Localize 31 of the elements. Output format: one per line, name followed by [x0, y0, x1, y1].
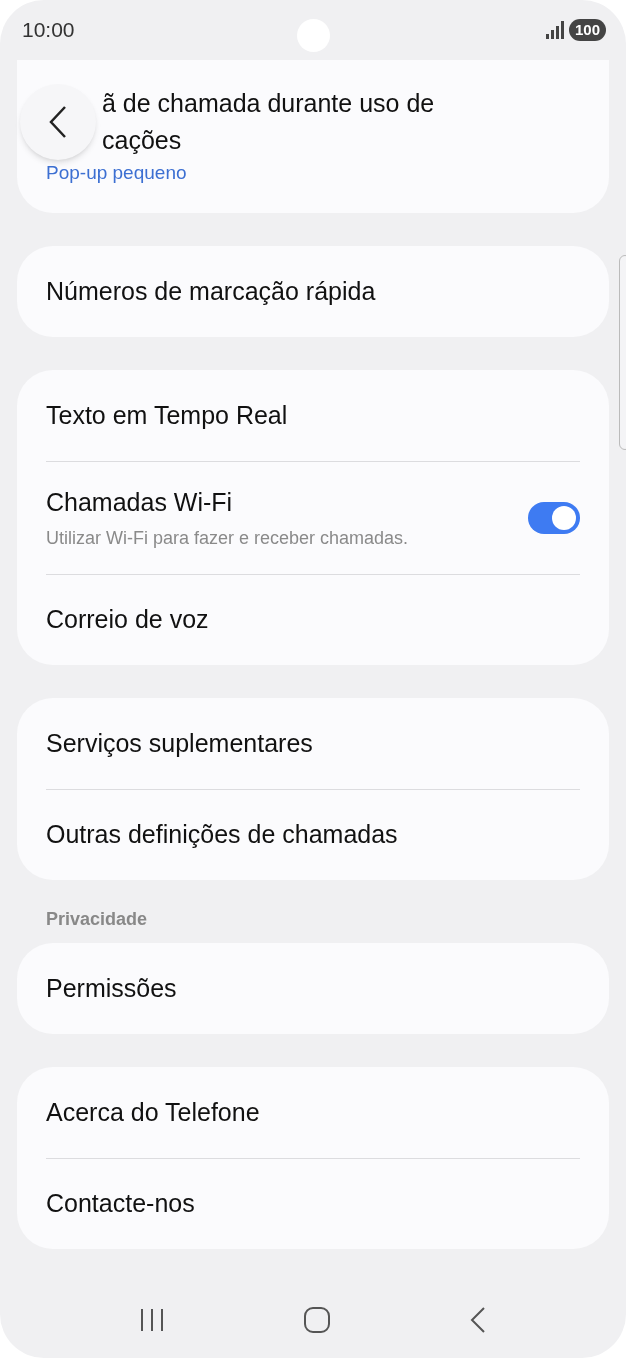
- row-title: cações: [102, 125, 183, 156]
- row-title: ã de chamada durante uso de: [102, 88, 435, 119]
- settings-row[interactable]: Texto em Tempo Real: [46, 370, 580, 461]
- row-title: Acerca do Telefone: [46, 1096, 260, 1128]
- row-title: Texto em Tempo Real: [46, 399, 288, 431]
- row-title: Contacte-nos: [46, 1188, 195, 1220]
- settings-row[interactable]: Números de marcação rápida: [46, 246, 580, 337]
- settings-row[interactable]: Outras definições de chamadas: [46, 789, 580, 880]
- recent-apps-icon[interactable]: [139, 1308, 165, 1332]
- row-title: Números de marcação rápida: [46, 275, 376, 307]
- battery-icon: 100: [568, 19, 606, 41]
- status-time: 10:00: [22, 17, 75, 44]
- row-title: Chamadas Wi-Fi: [46, 487, 234, 519]
- settings-row[interactable]: Correio de voz: [46, 574, 580, 665]
- row-title: Permissões: [46, 972, 177, 1004]
- section-header: Privacidade: [45, 908, 149, 931]
- settings-row[interactable]: Permissões: [46, 943, 580, 1034]
- settings-row[interactable]: Serviços suplementares: [46, 698, 580, 789]
- home-icon[interactable]: [303, 1306, 331, 1334]
- settings-row[interactable]: Chamadas Wi-Fi Utilizar Wi-Fi para fazer e receber chamadas.: [46, 461, 580, 574]
- settings-row[interactable]: Acerca do Telefone: [46, 1067, 580, 1158]
- settings-row[interactable]: Contacte-nos: [46, 1158, 580, 1249]
- row-subtitle: Utilizar Wi-Fi para fazer e receber chamadas.: [46, 526, 409, 550]
- back-nav-icon[interactable]: [469, 1306, 487, 1334]
- row-value: Pop-up pequeno: [46, 161, 187, 185]
- signal-icon: [544, 20, 565, 40]
- row-title: Serviços suplementares: [46, 727, 313, 759]
- row-title: Correio de voz: [46, 604, 209, 636]
- back-icon: [48, 105, 68, 139]
- toggle-switch[interactable]: [528, 502, 580, 534]
- row-title: Outras definições de chamadas: [46, 819, 398, 851]
